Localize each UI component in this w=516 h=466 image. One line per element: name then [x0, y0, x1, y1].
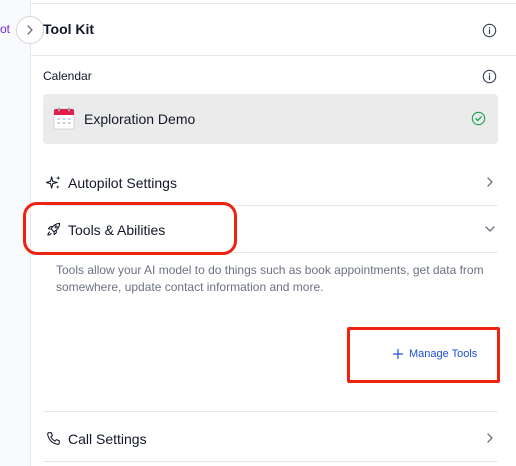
- autopilot-settings-label: Autopilot Settings: [68, 175, 177, 191]
- chevron-right-icon: [484, 176, 496, 188]
- calendar-icon: [53, 107, 75, 130]
- plus-icon: [393, 349, 403, 359]
- left-sidebar-strip: ot: [0, 0, 31, 466]
- manage-tools-button[interactable]: Manage Tools: [393, 348, 477, 360]
- panel-title: Tool Kit: [43, 21, 95, 37]
- section-divider: [43, 411, 498, 412]
- calendar-card[interactable]: Exploration Demo: [43, 94, 498, 144]
- tools-abilities-label: Tools & Abilities: [68, 222, 166, 238]
- chevron-right-icon: [27, 25, 33, 35]
- rocket-icon: [46, 222, 61, 237]
- calendar-info-icon[interactable]: [482, 69, 497, 84]
- autopilot-settings-row[interactable]: Autopilot Settings: [43, 160, 498, 206]
- phone-icon: [46, 431, 61, 446]
- tools-description: Tools allow your AI model to do things s…: [56, 263, 484, 294]
- chevron-down-icon: [484, 223, 496, 235]
- calendar-section-label: Calendar: [43, 69, 92, 83]
- call-settings-label: Call Settings: [68, 431, 147, 447]
- tool-kit-panel: Tool Kit Calendar Exploration Demo Autop…: [31, 0, 516, 466]
- expand-sidebar-button[interactable]: [16, 16, 44, 44]
- manage-tools-label: Manage Tools: [409, 348, 478, 360]
- calendar-name: Exploration Demo: [84, 111, 196, 127]
- tools-abilities-row[interactable]: Tools & Abilities: [43, 207, 498, 253]
- chevron-right-icon: [484, 432, 496, 444]
- info-icon[interactable]: [482, 23, 497, 38]
- panel-header: Tool Kit: [31, 4, 516, 56]
- check-circle-icon: [471, 111, 486, 126]
- sparkles-icon: [46, 175, 61, 190]
- sidebar-truncated-label[interactable]: ot: [0, 22, 10, 36]
- call-settings-row[interactable]: Call Settings: [43, 416, 498, 462]
